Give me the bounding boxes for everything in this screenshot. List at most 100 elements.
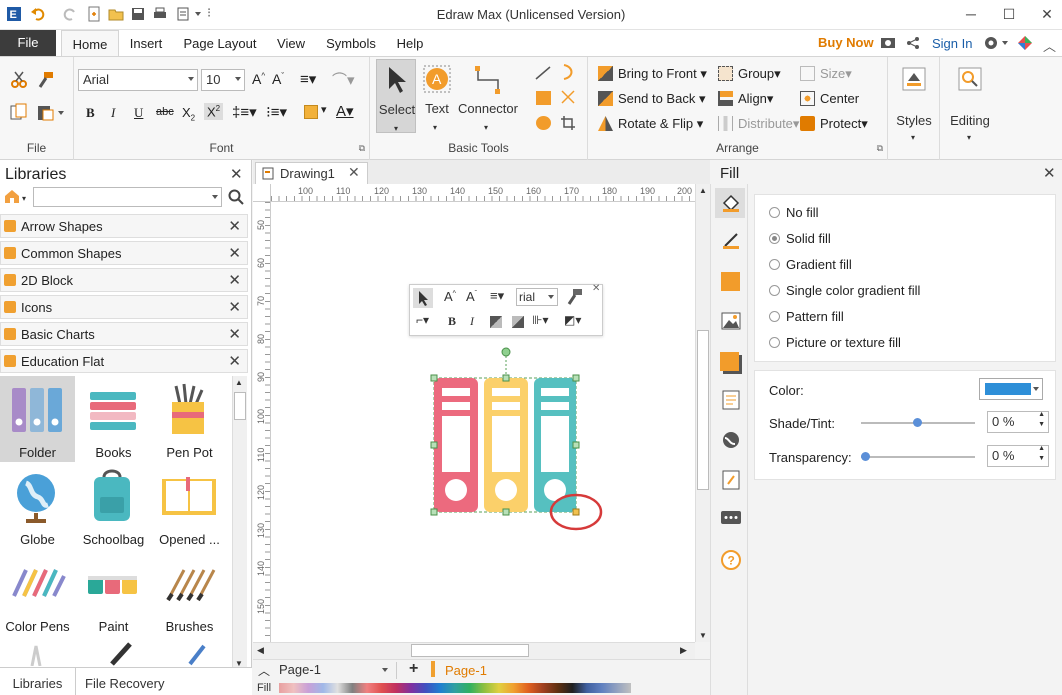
shade-tint-slider-knob[interactable]	[913, 418, 922, 427]
crop-tool-icon[interactable]	[560, 115, 576, 131]
line-tool-icon[interactable]	[534, 65, 552, 81]
category-close-icon[interactable]: ✕	[228, 352, 241, 370]
mini-bring-front-icon[interactable]	[490, 316, 502, 328]
highlight-button[interactable]	[304, 105, 318, 119]
buy-now-link[interactable]: Buy Now	[818, 35, 874, 50]
close-icon[interactable]: ✕	[1036, 4, 1058, 24]
library-category-education-flat[interactable]: Education Flat ✕	[0, 349, 248, 373]
document-tab-drawing1[interactable]: Drawing1 ✕	[255, 162, 368, 184]
tab-symbols[interactable]: Symbols	[322, 30, 380, 56]
scroll-left-icon[interactable]: ◀	[257, 645, 264, 656]
category-close-icon[interactable]: ✕	[228, 244, 241, 262]
shade-tint-slider[interactable]	[861, 418, 975, 427]
mini-send-back-icon[interactable]	[512, 316, 524, 328]
font-name-combo[interactable]: Arial	[78, 69, 198, 91]
shape-color-pens[interactable]: Color Pens	[0, 550, 75, 636]
gear-dropdown-icon[interactable]	[1002, 41, 1008, 45]
libraries-close-icon[interactable]: ✕	[230, 165, 243, 183]
radio-button[interactable]	[769, 337, 780, 348]
scroll-right-icon[interactable]: ▶	[680, 645, 687, 656]
comment-icon[interactable]	[720, 510, 742, 528]
connector-tool-button[interactable]: Connector ▾	[456, 59, 520, 133]
add-page-button[interactable]: +	[409, 660, 418, 678]
mini-connector-button[interactable]: ⌐▾	[416, 313, 429, 327]
rotate-flip-button[interactable]: Rotate & Flip ▾	[598, 116, 703, 132]
shape-brushes[interactable]: Brushes	[152, 550, 227, 636]
bring-to-front-button[interactable]: Bring to Front ▾	[598, 66, 707, 82]
gear-icon[interactable]	[983, 35, 999, 51]
grow-font-button[interactable]: A^	[252, 71, 265, 87]
radio-button[interactable]	[769, 207, 780, 218]
cut-icon[interactable]	[10, 71, 28, 89]
scroll-up-icon[interactable]: ▲	[699, 186, 707, 195]
tab-view[interactable]: View	[270, 30, 312, 56]
color-swatches[interactable]	[279, 683, 631, 693]
category-close-icon[interactable]: ✕	[228, 271, 241, 289]
drawing-canvas[interactable]: A^ Aˇ ≡▾ rial ✕ ⌐▾ B I ⊪▾ ◩▾	[271, 202, 695, 642]
bullets-button[interactable]: ⁝≡▾	[266, 103, 287, 121]
mini-select-button[interactable]	[413, 288, 433, 308]
library-category-common-shapes[interactable]: Common Shapes ✕	[0, 241, 248, 265]
subscript-button[interactable]: X2	[182, 105, 195, 123]
group-button[interactable]: Group▾	[718, 66, 781, 82]
page-tab-page-1[interactable]: Page-1	[445, 663, 487, 678]
layers-icon[interactable]	[720, 352, 739, 371]
mini-font-combo[interactable]: rial	[516, 288, 558, 306]
mini-style-button[interactable]: ◩▾	[564, 313, 581, 327]
protect-button[interactable]: Protect▾	[800, 116, 868, 132]
library-scrollbar[interactable]: ▲ ▼	[232, 376, 247, 670]
attachment-icon[interactable]	[722, 470, 740, 490]
spinner-arrows-icon[interactable]: ▲ ▼	[1038, 444, 1045, 464]
underline-button[interactable]: U	[134, 105, 143, 121]
arrange-dialog-launcher-icon[interactable]: ⧉	[877, 143, 883, 154]
library-scroll-thumb[interactable]	[234, 392, 246, 420]
shape-globe[interactable]: Globe	[0, 463, 75, 549]
font-dialog-launcher-icon[interactable]: ⧉	[359, 143, 365, 154]
fill-side-button[interactable]	[715, 188, 745, 218]
shape-folder[interactable]: Folder	[0, 376, 75, 462]
library-category-2d-block[interactable]: 2D Block ✕	[0, 268, 248, 292]
transparency-spinner[interactable]: 0 % ▲ ▼	[987, 445, 1049, 467]
align-button[interactable]: Align▾	[718, 91, 773, 107]
skin-icon[interactable]	[1017, 35, 1033, 51]
strikethrough-button[interactable]: abc	[156, 106, 174, 118]
canvas-vscroll-thumb[interactable]	[697, 330, 709, 490]
category-close-icon[interactable]: ✕	[228, 217, 241, 235]
shrink-font-button[interactable]: Aˇ	[272, 71, 284, 87]
mini-shrink-font-button[interactable]: Aˇ	[466, 289, 477, 304]
fill-option-gradient-fill[interactable]: Gradient fill	[769, 257, 852, 272]
fill-option-solid-fill[interactable]: Solid fill	[769, 231, 831, 246]
italic-button[interactable]: I	[111, 105, 115, 121]
shape-books[interactable]: Books	[76, 376, 151, 462]
tab-help[interactable]: Help	[390, 30, 430, 56]
text-curve-button[interactable]: ⌒▾	[332, 69, 355, 90]
image-icon[interactable]	[721, 312, 741, 330]
select-dropdown-icon[interactable]: ▾	[394, 124, 398, 133]
spinner-arrows-icon[interactable]: ▲ ▼	[1038, 410, 1045, 430]
fill-option-single-color-gradient[interactable]: Single color gradient fill	[769, 283, 920, 298]
superscript-button[interactable]: X2	[204, 103, 224, 121]
library-search-input[interactable]	[33, 187, 222, 207]
size-button[interactable]: Size▾	[800, 66, 852, 82]
shadow-icon[interactable]	[721, 272, 740, 291]
fill-option-picture-fill[interactable]: Picture or texture fill	[769, 335, 901, 350]
text-dropdown-icon[interactable]: ▾	[433, 123, 437, 132]
page-select-combo[interactable]: Page-1	[279, 662, 397, 679]
ellipse-tool-icon[interactable]	[536, 116, 551, 130]
connector-dropdown-icon[interactable]: ▾	[484, 123, 488, 132]
globe-navigate-icon[interactable]	[721, 430, 741, 450]
category-close-icon[interactable]: ✕	[228, 325, 241, 343]
bold-button[interactable]: B	[86, 105, 95, 121]
radio-button-selected[interactable]	[769, 233, 780, 244]
fill-panel-close-icon[interactable]: ✕	[1043, 164, 1056, 182]
font-color-button[interactable]: A▾	[336, 102, 354, 120]
file-menu-tab[interactable]: File	[0, 30, 56, 56]
share-icon[interactable]	[906, 36, 920, 50]
radio-button[interactable]	[769, 311, 780, 322]
radio-button[interactable]	[769, 285, 780, 296]
mini-italic-button[interactable]: I	[470, 314, 474, 329]
collapse-ribbon-icon[interactable]: ︿	[1043, 36, 1056, 55]
transparency-slider-knob[interactable]	[861, 452, 870, 461]
screenshot-icon[interactable]	[880, 35, 896, 51]
font-size-combo[interactable]: 10	[201, 69, 245, 91]
